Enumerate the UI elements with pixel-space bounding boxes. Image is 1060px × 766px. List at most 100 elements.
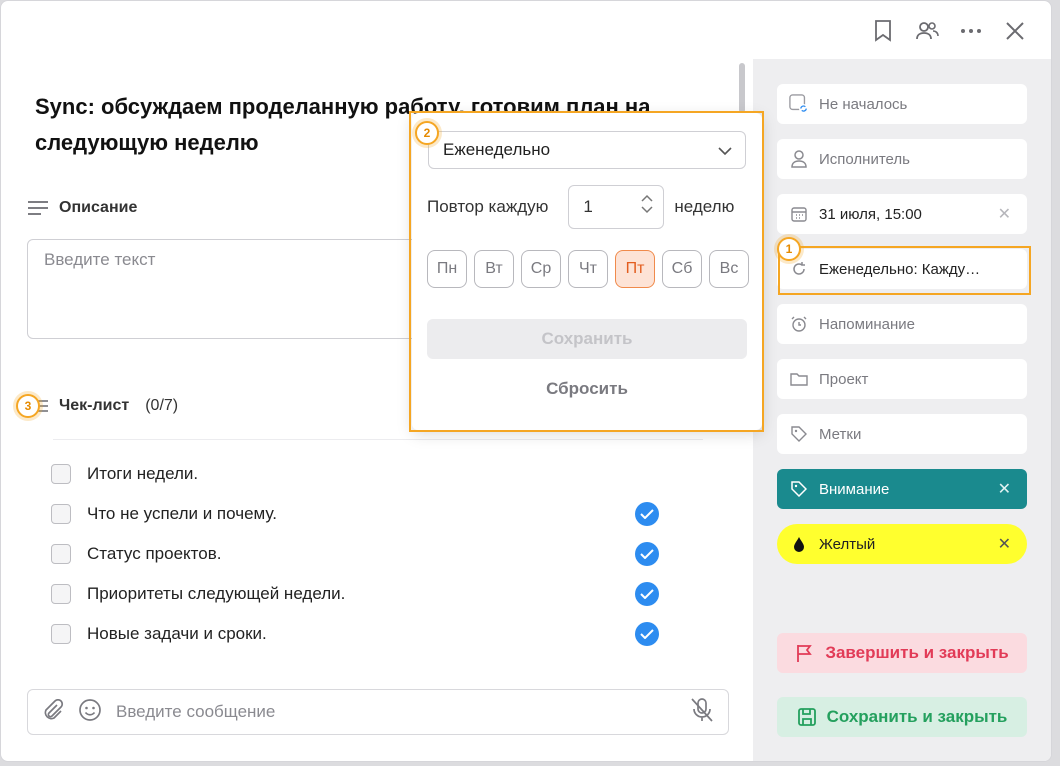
save-button-label: Сохранить и закрыть: [826, 707, 1008, 726]
description-lines-icon: [28, 201, 48, 215]
list-item: Приоритеты следующей недели.: [51, 574, 671, 614]
check-circle-icon[interactable]: [635, 582, 659, 606]
more-icon[interactable]: [959, 19, 983, 43]
spinner[interactable]: [641, 194, 653, 214]
description-header: Описание: [27, 199, 137, 217]
day-button-active[interactable]: Пт: [615, 250, 655, 288]
project-chip[interactable]: Проект: [777, 359, 1027, 399]
finish-and-close-button[interactable]: Завершить и закрыть: [777, 633, 1027, 673]
message-input[interactable]: Введите сообщение: [116, 702, 676, 722]
calendar-icon: [789, 206, 809, 222]
scrollbar[interactable]: [739, 63, 745, 113]
day-button[interactable]: Пн: [427, 250, 467, 288]
message-bar: Введите сообщение: [27, 689, 729, 735]
tag-color-label: Желтый: [819, 535, 876, 553]
list-item-text[interactable]: Итоги недели.: [87, 464, 198, 484]
clear-date-icon[interactable]: ✕: [998, 204, 1011, 224]
repeat-label: Еженедельно: Кажду…: [819, 260, 981, 278]
status-chip[interactable]: Не началось: [777, 84, 1027, 124]
interval-value: 1: [583, 197, 593, 216]
task-window: Sync: обсуждаем проделанную работу, гото…: [0, 0, 1052, 762]
tag-attention-label: Внимание: [819, 480, 890, 498]
popup-reset-button[interactable]: Сбросить: [427, 369, 747, 409]
list-item: Что не успели и почему.: [51, 494, 671, 534]
frequency-value: Еженедельно: [443, 140, 551, 159]
alarm-icon: [789, 316, 809, 332]
tag-color[interactable]: Желтый ✕: [777, 524, 1027, 564]
popup-save-button[interactable]: Сохранить: [427, 319, 747, 359]
drop-icon: [789, 536, 809, 552]
chevron-down-icon[interactable]: [641, 206, 653, 214]
checklist-count: (0/7): [145, 397, 179, 414]
users-icon[interactable]: [915, 19, 939, 43]
annotation-badge-1: 1: [777, 237, 801, 261]
tags-chip[interactable]: Метки: [777, 414, 1027, 454]
day-button[interactable]: Сб: [662, 250, 702, 288]
tags-label: Метки: [819, 425, 862, 443]
checkbox[interactable]: [51, 504, 71, 524]
list-item: Статус проектов.: [51, 534, 671, 574]
checklist-label: Чек-лист: [59, 397, 130, 414]
mic-off-icon[interactable]: [690, 697, 714, 728]
list-item: Новые задачи и сроки.: [51, 614, 671, 654]
reminder-label: Напоминание: [819, 315, 915, 333]
bookmark-icon[interactable]: [871, 19, 895, 43]
tag-icon: [789, 481, 809, 497]
frequency-select[interactable]: Еженедельно: [428, 131, 746, 169]
chevron-up-icon[interactable]: [641, 194, 653, 202]
checkbox[interactable]: [51, 464, 71, 484]
repeat-chip[interactable]: Еженедельно: Кажду…: [777, 249, 1027, 289]
task-sidebar: Не началось Исполнитель 31 июля, 15:00 ✕…: [753, 59, 1051, 761]
repeat-popup: Еженедельно Повтор каждую 1 неделю Пн Вт…: [412, 113, 762, 430]
repeat-interval-row: Повтор каждую 1 неделю: [427, 185, 749, 229]
close-icon[interactable]: [1003, 19, 1027, 43]
folder-icon: [789, 372, 809, 386]
check-circle-icon[interactable]: [635, 622, 659, 646]
date-label: 31 июля, 15:00: [819, 205, 922, 223]
check-circle-icon[interactable]: [635, 542, 659, 566]
day-button[interactable]: Вт: [474, 250, 514, 288]
repeat-label: Повтор каждую: [427, 197, 549, 216]
user-icon: [789, 150, 809, 168]
emoji-icon[interactable]: [78, 698, 102, 727]
remove-color-icon[interactable]: ✕: [998, 534, 1011, 554]
repeat-icon: [789, 261, 809, 277]
assignee-chip[interactable]: Исполнитель: [777, 139, 1027, 179]
interval-stepper[interactable]: 1: [568, 185, 665, 229]
check-circle-icon[interactable]: [635, 502, 659, 526]
annotation-badge-3: 3: [16, 394, 40, 418]
reminder-chip[interactable]: Напоминание: [777, 304, 1027, 344]
save-icon: [797, 708, 816, 726]
attach-icon[interactable]: [42, 698, 64, 726]
list-item: Итоги недели.: [51, 454, 671, 494]
finish-button-label: Завершить и закрыть: [825, 643, 1009, 662]
status-label: Не началось: [819, 95, 908, 113]
day-button[interactable]: Чт: [568, 250, 608, 288]
interval-unit: неделю: [674, 197, 735, 216]
description-label: Описание: [59, 199, 138, 216]
checklist: Итоги недели. Что не успели и почему. Ст…: [51, 454, 671, 654]
tag-icon: [789, 426, 809, 442]
description-input[interactable]: Введите текст: [27, 239, 447, 339]
save-and-close-button[interactable]: Сохранить и закрыть: [777, 697, 1027, 737]
project-label: Проект: [819, 370, 869, 388]
date-chip[interactable]: 31 июля, 15:00 ✕: [777, 194, 1027, 234]
day-button[interactable]: Вс: [709, 250, 749, 288]
checklist-header: Чек-лист (0/7): [37, 397, 178, 415]
divider: [53, 439, 703, 440]
status-refresh-icon: [789, 93, 809, 115]
checkbox[interactable]: [51, 624, 71, 644]
list-item-text[interactable]: Приоритеты следующей недели.: [87, 584, 345, 604]
remove-tag-icon[interactable]: ✕: [998, 479, 1011, 499]
assignee-label: Исполнитель: [819, 150, 910, 168]
list-item-text[interactable]: Новые задачи и сроки.: [87, 624, 267, 644]
tag-attention[interactable]: Внимание ✕: [777, 469, 1027, 509]
day-button[interactable]: Ср: [521, 250, 561, 288]
checkbox[interactable]: [51, 544, 71, 564]
list-item-text[interactable]: Что не успели и почему.: [87, 504, 277, 524]
annotation-badge-2: 2: [415, 121, 439, 145]
checkbox[interactable]: [51, 584, 71, 604]
list-item-text[interactable]: Статус проектов.: [87, 544, 221, 564]
header-toolbar: [871, 19, 1027, 43]
flag-icon: [797, 645, 813, 662]
